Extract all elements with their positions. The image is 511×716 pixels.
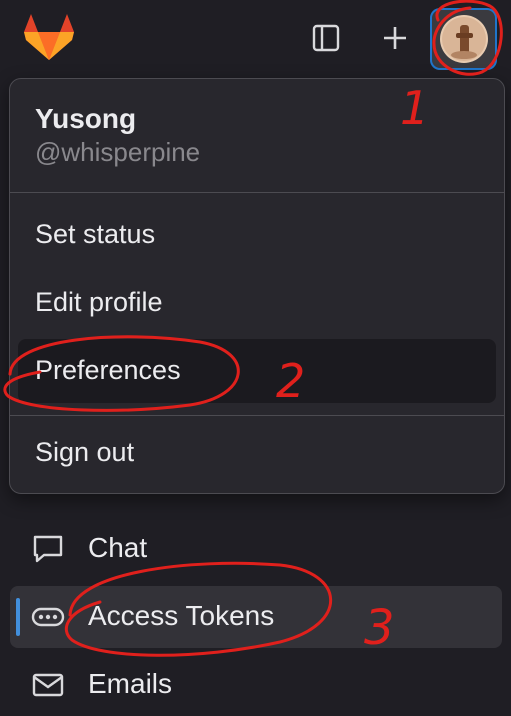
user-avatar-button[interactable]: [430, 8, 497, 70]
sidebar-toggle-button[interactable]: [306, 18, 346, 58]
menu-item-label: Edit profile: [35, 287, 163, 317]
chat-icon: [33, 535, 63, 563]
token-icon: [31, 607, 65, 627]
sidebar-item-label: Access Tokens: [88, 600, 275, 631]
user-menu-dropdown: Yusong @whisperpine Set status Edit prof…: [9, 78, 505, 494]
user-name: Yusong: [35, 103, 137, 134]
user-handle: @whisperpine: [35, 137, 201, 167]
menu-item-set-status[interactable]: Set status: [18, 203, 496, 267]
divider: [10, 192, 504, 193]
gitlab-tanuki-icon[interactable]: [22, 12, 76, 62]
sidebar-item-label: Emails: [88, 668, 173, 699]
menu-item-label: Sign out: [35, 437, 135, 467]
sidebar-toggle-icon: [312, 24, 340, 52]
plus-icon: [384, 27, 406, 49]
menu-item-label: Preferences: [35, 355, 181, 385]
active-indicator: [16, 598, 20, 636]
menu-item-label: Set status: [35, 219, 156, 249]
sidebar-item-chat[interactable]: Chat: [10, 518, 502, 580]
sidebar-item-label: Chat: [88, 532, 148, 563]
divider: [10, 415, 504, 416]
top-bar: [0, 0, 511, 80]
create-new-button[interactable]: [375, 18, 415, 58]
mail-icon: [32, 673, 64, 697]
menu-item-edit-profile[interactable]: Edit profile: [18, 271, 496, 335]
sidebar-item-emails[interactable]: Emails: [10, 654, 502, 716]
menu-item-preferences[interactable]: Preferences: [18, 339, 496, 403]
avatar: [439, 15, 488, 63]
sidebar-item-access-tokens[interactable]: Access Tokens: [10, 586, 502, 648]
menu-item-sign-out[interactable]: Sign out: [18, 421, 496, 485]
